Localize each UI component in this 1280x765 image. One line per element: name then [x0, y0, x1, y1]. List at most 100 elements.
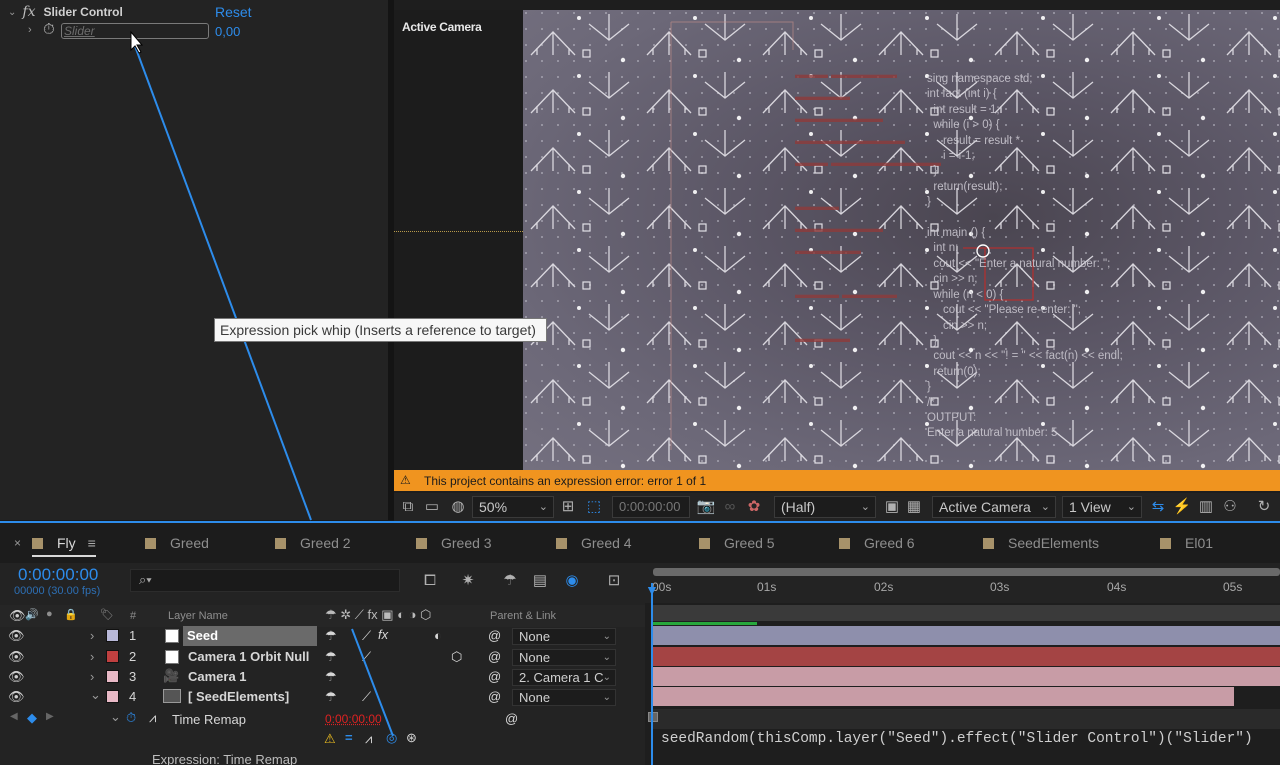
- parent-link-header[interactable]: Parent & Link: [490, 610, 556, 622]
- layer-bar-camera-null[interactable]: [652, 647, 1280, 666]
- transparency-grid-icon[interactable]: ▦: [904, 497, 924, 517]
- table-row[interactable]: 👁 ⌄ 4 [ SeedElements] ☂ ⟋ @ None ⌄: [0, 687, 645, 707]
- region-of-interest-icon[interactable]: ⬚: [584, 497, 604, 517]
- reset-exposure-icon[interactable]: ↻: [1254, 497, 1274, 517]
- chevron-right-icon[interactable]: ›: [28, 24, 32, 36]
- chevron-right-icon[interactable]: ›: [90, 669, 94, 684]
- warning-icon[interactable]: ⚠: [324, 731, 336, 747]
- table-row[interactable]: 👁 › 3 🎥 Camera 1 ☂ @ 2. Camera 1 C ⌄: [0, 667, 645, 687]
- chevron-right-icon[interactable]: ›: [90, 628, 94, 643]
- enable-expression-icon[interactable]: =: [345, 730, 353, 745]
- work-area-bar[interactable]: [653, 568, 1280, 576]
- layer-label-color[interactable]: [106, 670, 119, 683]
- graph-icon[interactable]: ⩘: [149, 710, 156, 726]
- parent-dropdown[interactable]: None ⌄: [512, 649, 616, 666]
- toggle-pixel-aspect-icon[interactable]: ⇆: [1148, 497, 1168, 517]
- shy-switch-icon[interactable]: ☂: [325, 628, 337, 644]
- playhead-icon[interactable]: ▼: [645, 582, 659, 598]
- pick-whip-icon[interactable]: @: [488, 689, 501, 704]
- expression-error-bar[interactable]: ⚠ This project contains an expression er…: [394, 470, 1280, 491]
- quality-switch-icon[interactable]: ⟋: [362, 628, 371, 644]
- solo-icon[interactable]: ●: [46, 608, 53, 620]
- fast-preview-icon[interactable]: ▣: [882, 497, 902, 517]
- tab-greed-4[interactable]: Greed 4: [556, 535, 632, 551]
- tab-seedelements[interactable]: SeedElements: [983, 535, 1099, 551]
- time-remap-value[interactable]: 0:00:00:00: [325, 712, 382, 726]
- keyframe-marker[interactable]: [648, 712, 658, 722]
- search-input[interactable]: ⌕▾: [130, 569, 400, 592]
- parent-dropdown[interactable]: None ⌄: [512, 628, 616, 645]
- draft-3d-icon[interactable]: ✷: [458, 571, 478, 591]
- tab-greed-2[interactable]: Greed 2: [275, 535, 351, 551]
- effect-header[interactable]: ⌄ fx Slider Control: [8, 2, 123, 22]
- mask-icon[interactable]: ◍: [448, 497, 468, 517]
- stopwatch-icon[interactable]: ⏱: [43, 21, 55, 38]
- layer-name-header[interactable]: Layer Name: [168, 610, 228, 622]
- tab-el01[interactable]: El01: [1160, 535, 1213, 551]
- expression-menu-icon[interactable]: ⊛: [406, 730, 417, 746]
- layer-label-color[interactable]: [106, 629, 119, 642]
- view-layout-dropdown[interactable]: 1 View ⌄: [1062, 496, 1142, 518]
- quality-switch-icon[interactable]: ⟋: [362, 689, 371, 705]
- pick-whip-icon[interactable]: @: [505, 711, 518, 726]
- monitor-icon[interactable]: ▭: [422, 497, 442, 517]
- pick-whip-icon[interactable]: @: [488, 669, 501, 684]
- layer-bar-seed[interactable]: [652, 626, 1280, 645]
- layer-name[interactable]: Camera 1 Orbit Null: [188, 649, 309, 664]
- stopwatch-icon[interactable]: ⏱: [126, 710, 136, 726]
- chevron-down-icon[interactable]: ⌄: [8, 7, 16, 18]
- effect-switch-icon[interactable]: fx: [378, 627, 388, 642]
- shy-layers-icon[interactable]: ☂: [500, 571, 520, 591]
- chevron-down-icon[interactable]: ⌄: [90, 687, 101, 703]
- chevron-down-icon[interactable]: ⌄: [110, 709, 121, 725]
- timeline-icon[interactable]: ▥: [1196, 497, 1216, 517]
- frame-blending-icon[interactable]: ▤: [530, 571, 550, 591]
- flowchart-icon[interactable]: ⚇: [1220, 497, 1240, 517]
- fast-previews-icon[interactable]: ⚡: [1172, 497, 1192, 517]
- slider-property-name[interactable]: Slider: [61, 23, 209, 39]
- layer-label-color[interactable]: [106, 650, 119, 663]
- color-channels-icon[interactable]: ✿: [744, 497, 764, 517]
- tab-greed-5[interactable]: Greed 5: [699, 535, 775, 551]
- lock-icon[interactable]: 🔒: [64, 608, 78, 621]
- keyframe-icon[interactable]: ◆: [27, 710, 37, 726]
- menu-icon[interactable]: ≡: [88, 535, 96, 551]
- close-icon[interactable]: ×: [14, 536, 21, 550]
- time-ruler[interactable]: [645, 563, 1280, 603]
- layer-name[interactable]: Seed: [183, 626, 317, 646]
- show-snapshot-icon[interactable]: ∞: [720, 497, 740, 517]
- pick-whip-icon[interactable]: @: [488, 628, 501, 643]
- layer-name[interactable]: Camera 1: [188, 669, 247, 684]
- table-row[interactable]: 👁 › 2 Camera 1 Orbit Null ☂ ⟋ ⬡ @ None ⌄: [0, 647, 645, 667]
- camera-dropdown[interactable]: Active Camera ⌄: [932, 496, 1056, 518]
- expression-code[interactable]: seedRandom(thisComp.layer("Seed").effect…: [661, 731, 1253, 747]
- visibility-eye-icon[interactable]: 👁: [8, 689, 25, 705]
- adjustment-switch-icon[interactable]: ◐: [434, 628, 442, 643]
- current-time-display[interactable]: 0:00:00:00: [18, 565, 98, 585]
- prev-keyframe-icon[interactable]: ◀: [10, 711, 18, 722]
- label-tag-icon[interactable]: 🏷: [100, 608, 114, 621]
- table-row[interactable]: 👁 › 1 Seed ☂ ⟋ fx ◐ @ None ⌄: [0, 626, 645, 646]
- pick-whip-icon[interactable]: ◎: [386, 730, 397, 746]
- visibility-eye-icon[interactable]: 👁: [8, 669, 25, 685]
- shy-switch-icon[interactable]: ☂: [325, 669, 337, 685]
- layer-label-color[interactable]: [106, 690, 119, 703]
- slider-value[interactable]: 0,00: [215, 24, 240, 39]
- reset-button[interactable]: Reset: [215, 4, 252, 20]
- eye-icon[interactable]: 👁: [9, 608, 26, 624]
- graph-editor-icon[interactable]: ⊡: [604, 571, 624, 591]
- time-remap-row[interactable]: ◀ ◆ ▶ ⌄ ⏱ ⩘ Time Remap 0:00:00:00 @: [0, 709, 645, 729]
- quality-switch-icon[interactable]: ⟋: [362, 649, 371, 665]
- tab-greed-3[interactable]: Greed 3: [416, 535, 492, 551]
- shy-switch-icon[interactable]: ☂: [325, 649, 337, 665]
- grid-guides-icon[interactable]: ⊞: [558, 497, 578, 517]
- current-time-indicator[interactable]: [651, 583, 653, 765]
- snapshot-icon[interactable]: 📷: [696, 497, 716, 517]
- tab-greed[interactable]: Greed: [145, 535, 209, 551]
- tab-fly[interactable]: Fly ≡: [32, 535, 96, 557]
- tab-greed-6[interactable]: Greed 6: [839, 535, 915, 551]
- layer-bar-camera[interactable]: [652, 667, 1280, 686]
- pick-whip-icon[interactable]: @: [488, 649, 501, 664]
- visibility-eye-icon[interactable]: 👁: [8, 649, 25, 665]
- graph-icon[interactable]: ⩘: [365, 731, 372, 747]
